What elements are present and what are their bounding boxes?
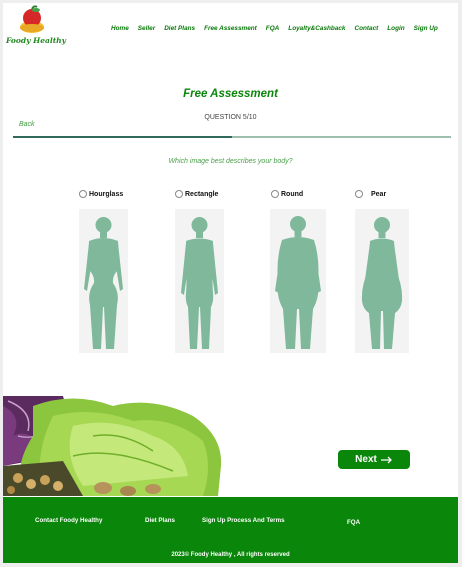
option-pear[interactable]: Pear	[355, 189, 415, 353]
nav-seller[interactable]: Seller	[138, 25, 155, 32]
nav-home[interactable]: Home	[111, 25, 129, 32]
page: Foody Healthy Home Seller Diet Plans Fre…	[3, 3, 458, 563]
rectangle-silhouette-icon	[181, 217, 218, 349]
nav-diet-plans[interactable]: Diet Plans	[164, 25, 195, 32]
next-button[interactable]: Next	[338, 450, 410, 469]
footer-link-contact[interactable]: Contact Foody Healthy	[35, 517, 102, 524]
salad-image	[3, 396, 228, 496]
radio-round[interactable]	[271, 190, 279, 198]
radio-rectangle[interactable]	[175, 190, 183, 198]
page-title: Free Assessment	[183, 88, 278, 100]
nav-loyalty-cashback[interactable]: Loyalty&Cashback	[288, 25, 345, 32]
next-label: Next	[355, 454, 377, 465]
progress-bar-fill	[13, 136, 232, 138]
option-rectangle[interactable]: Rectangle	[175, 189, 235, 353]
question-counter: QUESTION 5/10	[204, 114, 257, 121]
progress-bar	[13, 136, 451, 138]
back-link[interactable]: Back	[19, 121, 35, 128]
round-silhouette-icon	[275, 216, 321, 349]
radio-hourglass[interactable]	[79, 190, 87, 198]
nav-login[interactable]: Login	[387, 25, 404, 32]
footer-link-signup-terms[interactable]: Sign Up Process And Terms	[202, 517, 285, 524]
option-round[interactable]: Round	[270, 189, 331, 353]
arrow-right-icon	[380, 456, 392, 463]
radio-pear[interactable]	[355, 190, 363, 198]
apple-bowl-icon	[20, 5, 44, 33]
option-label: Rectangle	[185, 190, 219, 198]
nav-contact[interactable]: Contact	[354, 25, 378, 32]
body-image-pear[interactable]	[355, 209, 409, 353]
brand-logo[interactable]: Foody Healthy	[6, 3, 66, 49]
main-nav: Home Seller Diet Plans Free Assessment F…	[111, 25, 447, 32]
nav-fqa[interactable]: FQA	[266, 25, 280, 32]
hourglass-silhouette-icon	[84, 217, 123, 349]
footer-link-diet-plans[interactable]: Diet Plans	[145, 517, 175, 524]
footer: Contact Foody Healthy Diet Plans Sign Up…	[3, 497, 458, 563]
body-image-round[interactable]	[270, 209, 326, 353]
option-label: Hourglass	[89, 190, 124, 198]
body-image-rectangle[interactable]	[175, 209, 224, 353]
option-label: Pear	[371, 190, 387, 198]
copyright: 2023© Foody Healthy , All rights reserve…	[171, 552, 290, 558]
nav-sign-up[interactable]: Sign Up	[414, 25, 438, 32]
footer-link-fqa[interactable]: FQA	[347, 519, 360, 526]
option-hourglass[interactable]: Hourglass	[79, 189, 139, 353]
option-label: Round	[281, 190, 304, 198]
brand-name: Foody Healthy	[6, 36, 66, 45]
question-text: Which image best describes your body?	[168, 158, 293, 165]
body-image-hourglass[interactable]	[79, 209, 128, 353]
pear-silhouette-icon	[361, 217, 403, 349]
nav-free-assessment[interactable]: Free Assessment	[204, 25, 257, 32]
